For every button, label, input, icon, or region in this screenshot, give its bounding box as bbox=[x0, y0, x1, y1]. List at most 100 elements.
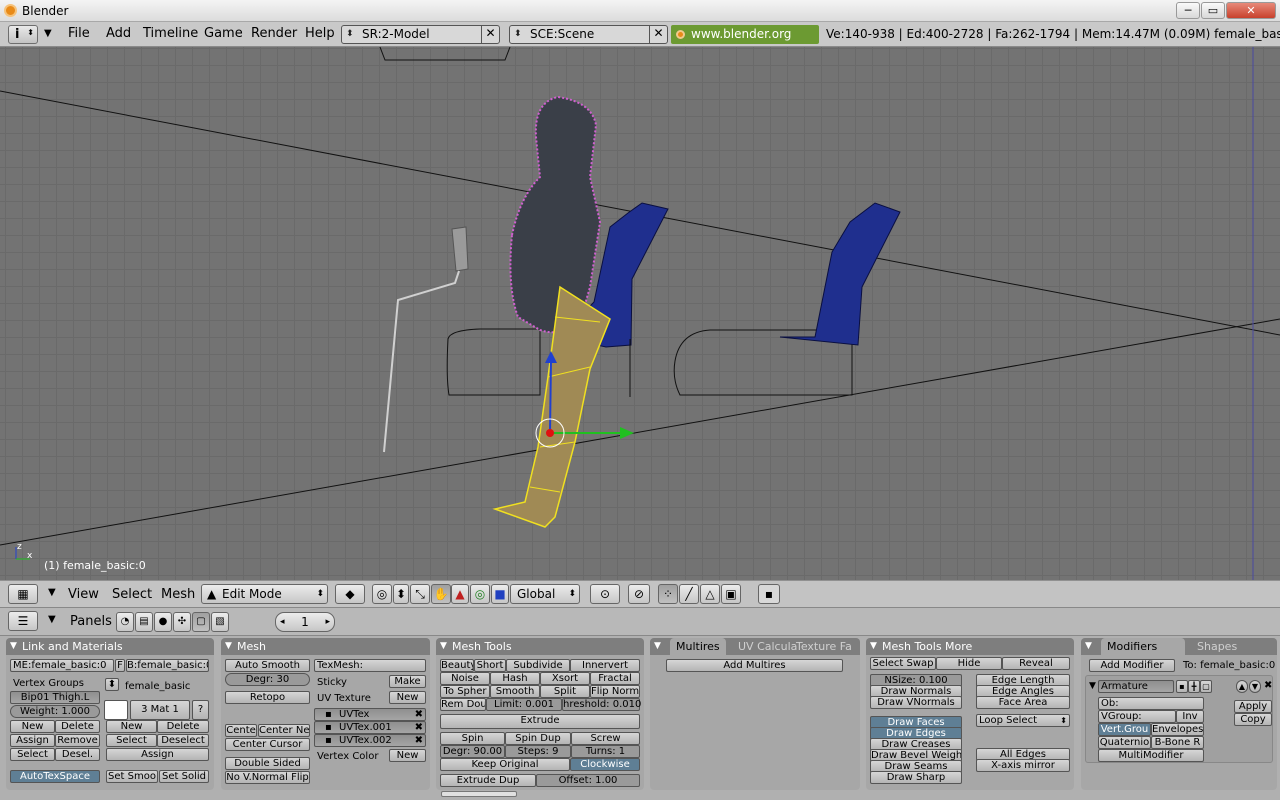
add-modifier-button[interactable]: Add Modifier bbox=[1089, 659, 1175, 672]
material-delete-button[interactable]: Delete bbox=[157, 720, 209, 733]
snap-icon[interactable]: ⊘ bbox=[628, 584, 650, 604]
vertex-select-icon[interactable]: ⁘ bbox=[658, 584, 678, 604]
offset-field[interactable]: Offset: 1.00 bbox=[536, 774, 640, 787]
center-new-button[interactable]: Center Ne bbox=[258, 724, 310, 737]
scene-selector[interactable]: ⬍ SCE:Scene ✕ bbox=[509, 25, 668, 44]
blender-org-link[interactable]: www.blender.org 249.2 bbox=[671, 25, 819, 60]
uv-layer-row[interactable]: ▪ UVTex.002 ✖ bbox=[314, 734, 426, 747]
mesh-datablock-field[interactable]: ME:female_basic:0 bbox=[10, 659, 114, 672]
split-button[interactable]: Split bbox=[540, 685, 590, 698]
add-multires-button[interactable]: Add Multires bbox=[666, 659, 843, 672]
material-color-swatch[interactable] bbox=[104, 700, 128, 720]
remove-modifier-icon[interactable]: ✖ bbox=[1264, 680, 1272, 692]
spin-button[interactable]: Spin bbox=[440, 732, 505, 745]
spin-degree-field[interactable]: Degr: 90.00 bbox=[440, 745, 505, 758]
render-image-icon[interactable]: ▪ bbox=[758, 584, 780, 604]
scene-context-icon[interactable]: ▧ bbox=[211, 612, 229, 632]
invert-toggle[interactable]: Inv bbox=[1176, 710, 1204, 723]
material-deselect-button[interactable]: Deselect bbox=[157, 734, 209, 747]
editmode-toggle-icon[interactable]: ▢ bbox=[1200, 680, 1212, 693]
sticky-make-button[interactable]: Make bbox=[389, 675, 426, 688]
pivot-icon[interactable]: ◎ bbox=[372, 584, 392, 604]
turns-field[interactable]: Turns: 1 bbox=[571, 745, 640, 758]
steps-field[interactable]: Steps: 9 bbox=[505, 745, 571, 758]
clockwise-toggle[interactable]: Clockwise bbox=[570, 758, 640, 771]
loop-select-dropdown[interactable]: Loop Select ⬍ bbox=[976, 714, 1070, 727]
menu-timeline[interactable]: Timeline bbox=[143, 26, 198, 42]
translate-icon[interactable]: ▲ bbox=[451, 584, 469, 604]
multimodifier-toggle[interactable]: MultiModifier bbox=[1098, 749, 1204, 762]
tab-modifiers[interactable]: Modifiers bbox=[1101, 638, 1185, 655]
keep-original-toggle[interactable]: Keep Original bbox=[440, 758, 570, 771]
short-toggle[interactable]: Short bbox=[474, 659, 506, 672]
menu-file[interactable]: File bbox=[68, 26, 90, 42]
material-new-button[interactable]: New bbox=[106, 720, 157, 733]
script-context-icon[interactable]: ▤ bbox=[135, 612, 153, 632]
grid-window-type-icon[interactable]: ▦ bbox=[8, 584, 38, 604]
gizmo-z-axis[interactable] bbox=[549, 358, 552, 434]
texmesh-field[interactable]: TexMesh: bbox=[314, 659, 426, 672]
delete-layer-icon[interactable]: ✖ bbox=[415, 709, 423, 720]
vgroup-remove-button[interactable]: Remove bbox=[55, 734, 100, 747]
to-sphere-button[interactable]: To Spher bbox=[440, 685, 490, 698]
extrude-button[interactable]: Extrude bbox=[440, 714, 640, 729]
menu-help[interactable]: Help bbox=[305, 26, 335, 42]
smooth-button[interactable]: Smooth bbox=[490, 685, 540, 698]
draw-vnormals-toggle[interactable]: Draw VNormals bbox=[870, 696, 962, 709]
fractal-button[interactable]: Fractal bbox=[590, 672, 640, 685]
collapse-triangle-icon[interactable]: ▼ bbox=[654, 638, 661, 655]
fake-user-button[interactable]: F bbox=[115, 659, 125, 672]
occlude-icon[interactable]: ▣ bbox=[721, 584, 741, 604]
gizmo-x-arrow[interactable] bbox=[620, 427, 634, 439]
vertex-group-select[interactable]: Bip01 Thigh.L bbox=[10, 691, 100, 704]
collapse-triangle-icon[interactable]: ▼ bbox=[10, 638, 17, 655]
move-up-icon[interactable]: ▲ bbox=[1236, 680, 1248, 693]
set-solid-button[interactable]: Set Solid bbox=[159, 770, 209, 783]
draw-type-icon[interactable]: ◆ bbox=[335, 584, 365, 604]
subdivide-button[interactable]: Subdivide bbox=[506, 659, 570, 672]
beauty-toggle[interactable]: Beauty bbox=[440, 659, 474, 672]
menu-render[interactable]: Render bbox=[251, 26, 297, 42]
buttons-window-type-icon[interactable]: ☰ bbox=[8, 611, 38, 631]
object-context-icon[interactable]: ✣ bbox=[173, 612, 191, 632]
collapse-triangle-icon[interactable]: ▼ bbox=[48, 614, 56, 625]
collapse-triangle-icon[interactable]: ▼ bbox=[44, 26, 52, 42]
vgroup-new-button[interactable]: New bbox=[10, 720, 55, 733]
vgroup-assign-button[interactable]: Assign bbox=[10, 734, 55, 747]
collapse-triangle-icon[interactable]: ▼ bbox=[48, 587, 56, 598]
edge-select-icon[interactable]: ╱ bbox=[679, 584, 699, 604]
vertex-groups-toggle[interactable]: Vert.Grou bbox=[1098, 723, 1151, 736]
face-area-toggle[interactable]: Face Area bbox=[976, 696, 1070, 709]
delete-scene-icon[interactable]: ✕ bbox=[649, 25, 667, 44]
group-browse-button[interactable]: ⬍ bbox=[105, 678, 119, 691]
uv-layer-row[interactable]: ▪ UVTex ✖ bbox=[314, 708, 426, 721]
uv-layer-row[interactable]: ▪ UVTex.001 ✖ bbox=[314, 721, 426, 734]
draw-sharp-toggle[interactable]: Draw Sharp bbox=[870, 771, 962, 784]
collapse-triangle-icon[interactable]: ▼ bbox=[225, 638, 232, 655]
face-select-icon[interactable]: △ bbox=[700, 584, 720, 604]
close-button[interactable]: ✕ bbox=[1226, 2, 1276, 19]
object-datablock-field[interactable]: B:female_basic:0 bbox=[126, 659, 209, 672]
move-down-icon[interactable]: ▼ bbox=[1249, 680, 1261, 693]
select-swap-button[interactable]: Select Swap bbox=[870, 657, 936, 670]
manipulator-icon[interactable]: ⤡ bbox=[410, 584, 430, 604]
reveal-button[interactable]: Reveal bbox=[1002, 657, 1070, 670]
material-assign-button[interactable]: Assign bbox=[106, 748, 209, 761]
gizmo-center-dot[interactable] bbox=[546, 429, 554, 437]
pivot-options-icon[interactable]: ⬍ bbox=[393, 584, 409, 604]
uv-texture-new-button[interactable]: New bbox=[389, 691, 426, 704]
help-button[interactable]: ? bbox=[192, 700, 209, 720]
tab-multires[interactable]: Multires bbox=[670, 638, 726, 655]
maximize-button[interactable]: ▭ bbox=[1201, 2, 1225, 19]
envelopes-toggle[interactable]: Envelopes bbox=[1151, 723, 1204, 736]
no-vnormal-flip-toggle[interactable]: No V.Normal Flip bbox=[225, 771, 310, 784]
screw-button[interactable]: Screw bbox=[571, 732, 640, 745]
delete-layer-icon[interactable]: ✖ bbox=[415, 735, 423, 746]
modifier-name-field[interactable]: Armature bbox=[1098, 680, 1174, 693]
bbone-rest-toggle[interactable]: B-Bone R bbox=[1151, 736, 1204, 749]
vgroup-field[interactable]: VGroup: bbox=[1098, 710, 1176, 723]
logic-context-icon[interactable]: ◔ bbox=[116, 612, 134, 632]
smooth-degree-field[interactable]: Degr: 30 bbox=[225, 673, 310, 686]
delete-screen-icon[interactable]: ✕ bbox=[481, 25, 499, 44]
menu-view[interactable]: View bbox=[68, 587, 99, 602]
